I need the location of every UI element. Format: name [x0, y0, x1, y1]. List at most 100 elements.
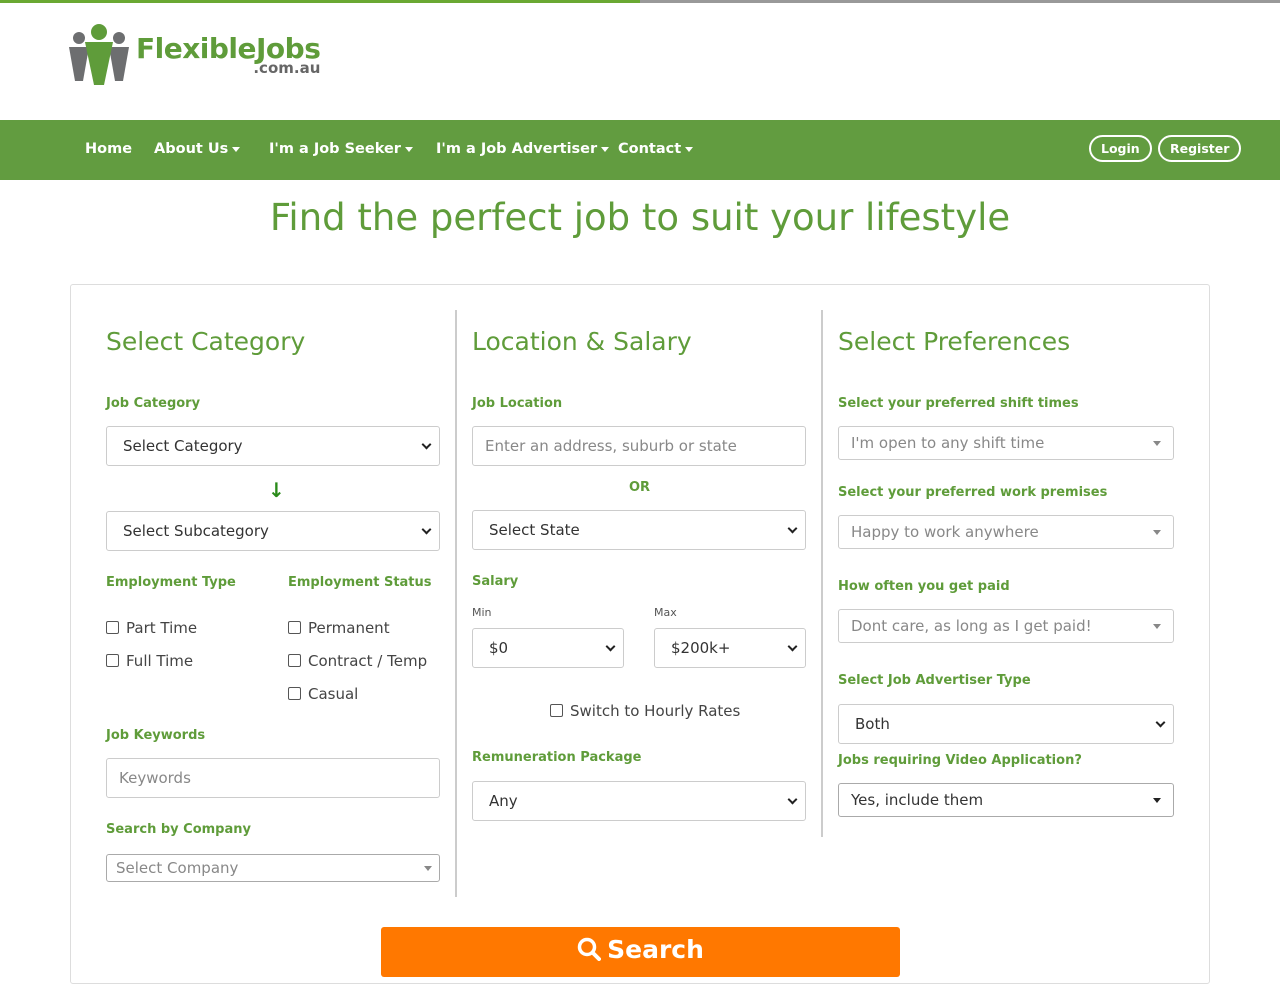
- location-input[interactable]: Enter an address, suburb or state: [472, 426, 806, 466]
- location-section-title: Location & Salary: [472, 327, 692, 356]
- employment-type-label: Employment Type: [106, 575, 236, 590]
- full-time-label: Full Time: [126, 652, 194, 670]
- checkbox-box[interactable]: [288, 654, 301, 667]
- caret-down-icon: [404, 146, 413, 152]
- pay-frequency-select[interactable]: Dont care, as long as I get paid!: [838, 609, 1174, 643]
- remuneration-label: Remuneration Package: [472, 750, 642, 765]
- preferences-section-title: Select Preferences: [838, 327, 1071, 356]
- shift-times-select[interactable]: I'm open to any shift time: [838, 426, 1174, 460]
- shift-times-value: I'm open to any shift time: [851, 434, 1045, 452]
- column-divider: [821, 310, 823, 837]
- permanent-label: Permanent: [308, 619, 390, 637]
- page-title: Find the perfect job to suit your lifest…: [269, 196, 1011, 239]
- column-divider: [455, 310, 457, 897]
- keywords-input[interactable]: Keywords: [106, 758, 440, 798]
- permanent-checkbox[interactable]: Permanent: [288, 619, 390, 637]
- or-divider-text: OR: [629, 480, 651, 495]
- checkbox-box[interactable]: [106, 654, 119, 667]
- work-premises-select[interactable]: Happy to work anywhere: [838, 515, 1174, 549]
- job-location-label: Job Location: [472, 396, 563, 411]
- search-icon: [577, 937, 602, 961]
- advertiser-type-value: Both: [855, 715, 890, 733]
- nav-job-seeker-label: I'm a Job Seeker: [269, 141, 401, 157]
- contract-temp-label: Contract / Temp: [308, 652, 428, 670]
- nav-home-label: Home: [85, 141, 133, 157]
- nav-job-seeker[interactable]: I'm a Job Seeker: [269, 141, 413, 157]
- state-select-value: Select State: [489, 521, 580, 539]
- login-button[interactable]: Login: [1089, 135, 1152, 162]
- shift-times-label: Select your preferred shift times: [838, 396, 1079, 411]
- nav-job-advertiser-label: I'm a Job Advertiser: [436, 141, 598, 157]
- nav-job-advertiser[interactable]: I'm a Job Advertiser: [436, 141, 610, 157]
- part-time-label: Part Time: [126, 619, 198, 637]
- job-subcategory-value: Select Subcategory: [123, 522, 269, 540]
- advertiser-type-label: Select Job Advertiser Type: [838, 673, 1031, 688]
- chevron-down-icon: [787, 794, 798, 805]
- chevron-down-icon: [1155, 717, 1166, 728]
- logo-people-icon: [69, 24, 129, 85]
- chevron-down-icon: [605, 641, 616, 652]
- nav-contact[interactable]: Contact: [618, 141, 694, 157]
- pay-frequency-value: Dont care, as long as I get paid!: [851, 617, 1092, 635]
- video-application-value: Yes, include them: [851, 791, 984, 809]
- search-button[interactable]: Search: [381, 927, 900, 977]
- work-premises-label: Select your preferred work premises: [838, 485, 1108, 500]
- contract-temp-checkbox[interactable]: Contract / Temp: [288, 652, 427, 670]
- min-salary-select[interactable]: $0: [472, 628, 624, 668]
- remuneration-select[interactable]: Any: [472, 781, 806, 821]
- job-category-select[interactable]: Select Category: [106, 426, 440, 466]
- register-button[interactable]: Register: [1158, 135, 1242, 162]
- caret-down-icon: [424, 866, 432, 871]
- hourly-rates-checkbox[interactable]: Switch to Hourly Rates: [550, 702, 740, 720]
- max-salary-value: $200k+: [671, 639, 731, 657]
- min-salary-label: Min: [472, 606, 492, 619]
- caret-down-icon: [1153, 530, 1161, 535]
- chevron-down-icon: [787, 523, 798, 534]
- pay-frequency-label: How often you get paid: [838, 579, 1010, 594]
- job-category-value: Select Category: [123, 437, 243, 455]
- checkbox-box[interactable]: [550, 704, 563, 717]
- chevron-down-icon: [787, 641, 798, 652]
- logo-text-flexible: Flexible: [136, 31, 257, 65]
- search-by-company-label: Search by Company: [106, 822, 251, 837]
- advertiser-type-select[interactable]: Both: [838, 704, 1174, 744]
- max-salary-select[interactable]: $200k+: [654, 628, 806, 668]
- hourly-rates-label: Switch to Hourly Rates: [570, 702, 741, 720]
- nav-home[interactable]: Home: [85, 141, 132, 157]
- company-select[interactable]: Select Company: [106, 854, 440, 882]
- caret-down-icon: [601, 146, 610, 152]
- part-time-checkbox[interactable]: Part Time: [106, 619, 197, 637]
- employment-status-label: Employment Status: [288, 575, 432, 590]
- max-salary-label: Max: [654, 606, 677, 619]
- nav-contact-label: Contact: [618, 141, 682, 157]
- category-section-title: Select Category: [106, 327, 306, 356]
- caret-down-icon: [232, 146, 241, 152]
- caret-down-icon: [1153, 624, 1161, 629]
- job-category-label: Job Category: [106, 396, 201, 411]
- checkbox-box[interactable]: [288, 687, 301, 700]
- chevron-down-icon: [421, 524, 432, 535]
- nav-about-us[interactable]: About Us: [154, 141, 241, 157]
- job-subcategory-select[interactable]: Select Subcategory: [106, 511, 440, 551]
- job-keywords-label: Job Keywords: [106, 728, 206, 743]
- checkbox-box[interactable]: [106, 621, 119, 634]
- state-select[interactable]: Select State: [472, 510, 806, 550]
- site-logo[interactable]: FlexibleJobs .com.au: [68, 23, 321, 87]
- video-application-label: Jobs requiring Video Application?: [838, 753, 1082, 768]
- site-header: FlexibleJobs .com.au: [0, 3, 1280, 120]
- caret-down-icon: [685, 146, 694, 152]
- caret-down-icon: [1153, 798, 1161, 803]
- full-time-checkbox[interactable]: Full Time: [106, 652, 193, 670]
- remuneration-value: Any: [489, 792, 518, 810]
- work-premises-value: Happy to work anywhere: [851, 523, 1039, 541]
- caret-down-icon: [1153, 441, 1161, 446]
- arrow-down-icon: ↓: [268, 478, 285, 502]
- min-salary-value: $0: [489, 639, 509, 657]
- casual-label: Casual: [308, 685, 359, 703]
- salary-label: Salary: [472, 574, 519, 589]
- casual-checkbox[interactable]: Casual: [288, 685, 358, 703]
- video-application-select[interactable]: Yes, include them: [838, 783, 1174, 817]
- chevron-down-icon: [421, 439, 432, 450]
- checkbox-box[interactable]: [288, 621, 301, 634]
- nav-about-us-label: About Us: [154, 141, 229, 157]
